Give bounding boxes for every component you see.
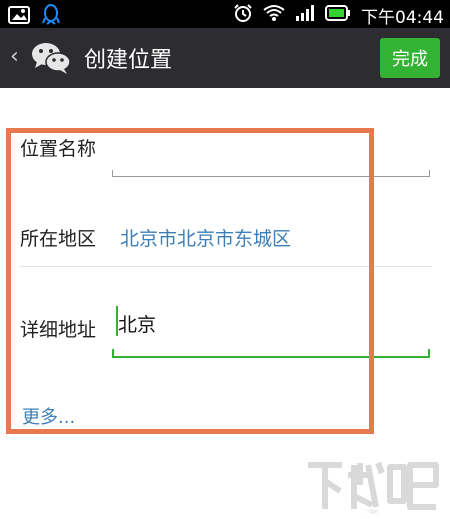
signal-icon — [295, 4, 315, 27]
qq-icon — [42, 4, 60, 30]
page-title: 创建位置 — [84, 48, 173, 73]
watermark-text: 下载吧 — [366, 508, 378, 514]
address-underline-tick-right — [428, 349, 430, 357]
wifi-icon — [263, 4, 285, 27]
battery-icon — [325, 5, 351, 26]
name-underline-tick-right — [429, 170, 430, 176]
chevron-left-icon[interactable]: ‹ — [10, 44, 19, 69]
image-icon — [8, 6, 30, 28]
wechat-icon[interactable] — [30, 40, 72, 76]
watermark-logo: 下载吧 — [302, 455, 442, 515]
action-bar: ‹ 创建位置 完成 — [0, 28, 450, 88]
highlight-box — [6, 128, 374, 434]
done-button[interactable]: 完成 — [380, 38, 440, 78]
status-bar: 下午04:44 — [0, 0, 450, 28]
alarm-icon — [233, 3, 253, 28]
clock-time: 下午04:44 — [361, 8, 444, 28]
